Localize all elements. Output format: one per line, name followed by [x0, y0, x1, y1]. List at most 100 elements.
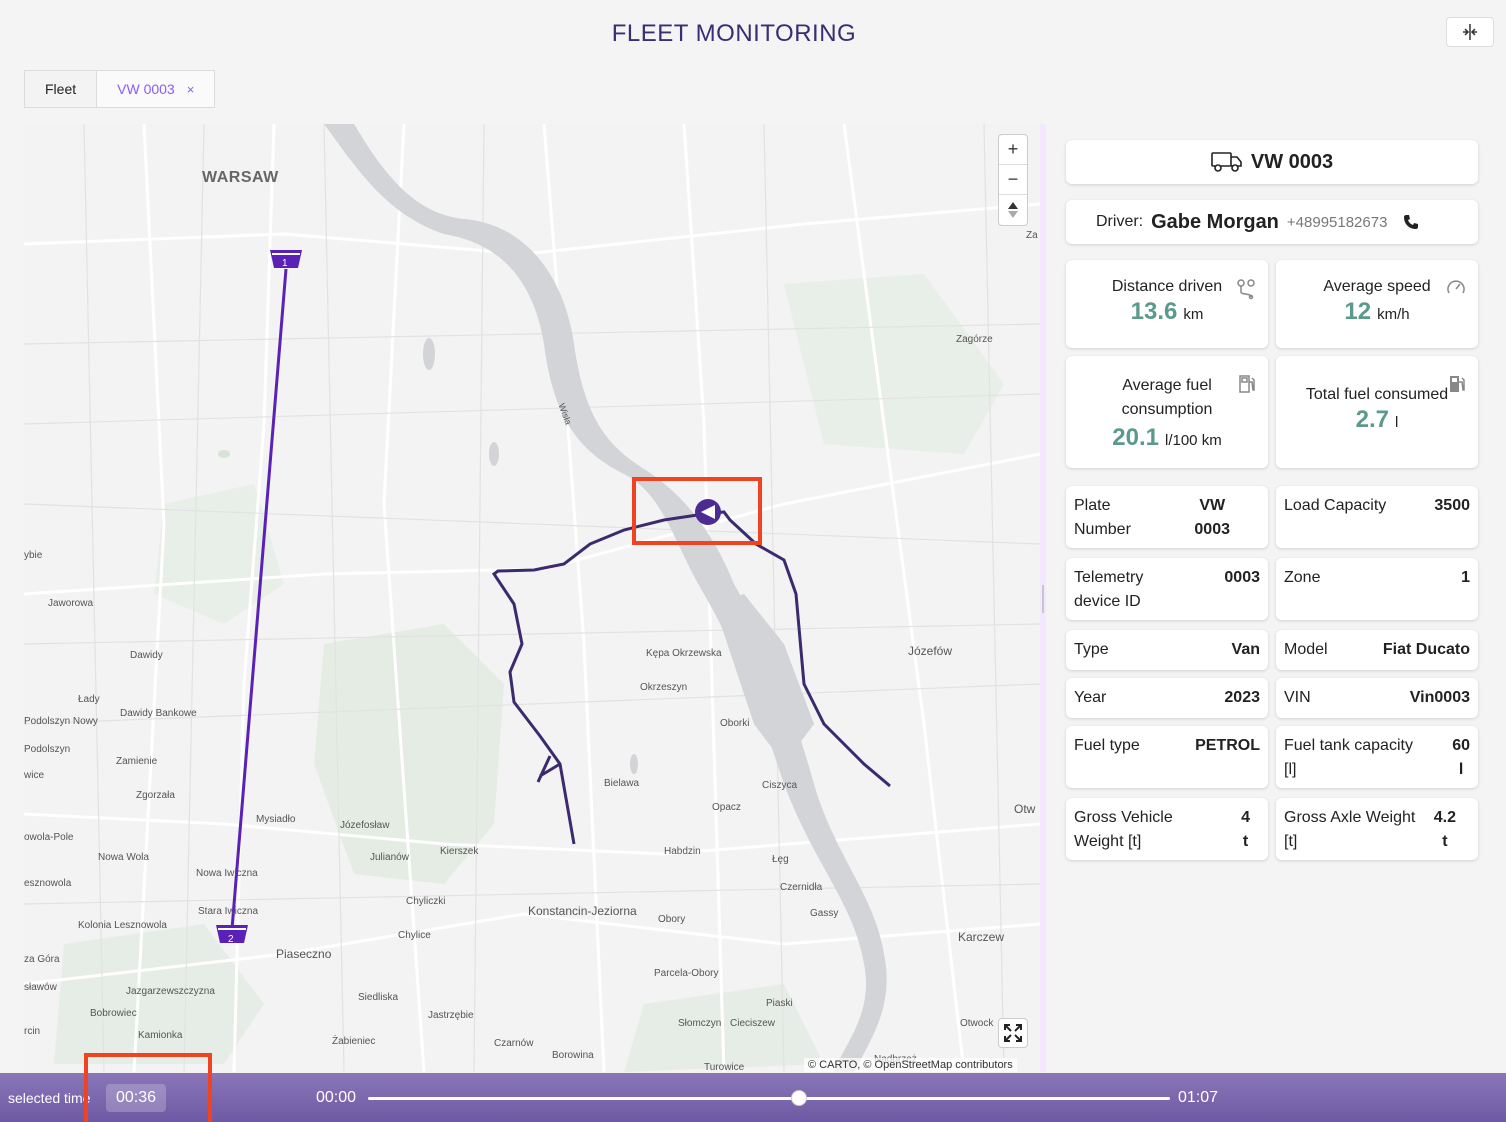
map-label: Otw — [1014, 802, 1036, 816]
layout-toggle-button[interactable] — [1446, 17, 1494, 47]
stat-unit: km/h — [1377, 306, 1410, 323]
map-label: WARSAW — [202, 169, 279, 186]
truck-icon — [1211, 152, 1242, 172]
timeline-bar: selected time 00:36 00:00 01:07 — [0, 1073, 1506, 1122]
map-label: Łęg — [772, 854, 789, 865]
stat-fuel-total: Total fuel consumed 2.7 l — [1276, 356, 1478, 468]
property-model: Model Fiat Ducato — [1276, 630, 1478, 670]
fullscreen-icon — [1004, 1024, 1022, 1042]
property-value: Fiat Ducato — [1382, 641, 1470, 658]
property-type: Type Van — [1066, 630, 1268, 670]
map-label: sławów — [24, 982, 57, 993]
map-label: rcin — [24, 1026, 41, 1037]
close-tab-icon[interactable]: × — [187, 82, 195, 97]
timeline-slider-thumb[interactable] — [790, 1090, 807, 1106]
timeline-label: selected time — [8, 1090, 91, 1106]
property-key: Gross Axle Weight — [1284, 809, 1416, 826]
splitter-handle[interactable] — [1042, 585, 1044, 613]
property-value: 1 — [1461, 569, 1470, 586]
tab-fleet[interactable]: Fleet — [24, 70, 98, 108]
compass-icon — [1008, 202, 1018, 218]
property-value: Van — [1231, 641, 1260, 658]
map-label: Parcela-Obory — [654, 968, 719, 979]
zoom-in-button[interactable]: + — [999, 135, 1027, 165]
property-key: Load Capacity — [1284, 497, 1387, 514]
property-plate-number: Plate Number VW 0003 — [1066, 486, 1268, 548]
map-label: Ciszyca — [762, 780, 798, 791]
map-label: Piaski — [766, 998, 793, 1009]
vehicle-name: VW 0003 — [1250, 150, 1334, 173]
property-fuel-tank-capacity: Fuel tank capacity [l] 60 l — [1276, 726, 1478, 788]
compass-button[interactable] — [999, 195, 1027, 225]
property-value: 4 — [1241, 809, 1250, 826]
map-label: Opacz — [712, 802, 741, 813]
map-label: Turowice — [704, 1062, 745, 1072]
map-base — [24, 124, 1040, 1072]
map-label: Dawidy — [130, 650, 163, 661]
property-key: Fuel type — [1074, 737, 1140, 754]
map-label: Łady — [78, 694, 100, 705]
property-value: 2023 — [1224, 689, 1260, 706]
map-label: Józefów — [908, 644, 953, 658]
map-label: Julianów — [370, 852, 409, 863]
property-key: Telemetry — [1074, 569, 1144, 586]
stat-distance: Distance driven 13.6 km — [1066, 260, 1268, 348]
property-key: Zone — [1284, 569, 1321, 586]
property-telemetry-device: Telemetry device ID 0003 — [1066, 558, 1268, 620]
timeline-end: 01:07 — [1178, 1089, 1219, 1106]
stat-value: 13.6 — [1130, 298, 1178, 325]
tab-vw-0003[interactable]: VW 0003 × — [97, 70, 216, 108]
map-label: Karczew — [958, 930, 1005, 944]
driver-name: Gabe Morgan — [1151, 210, 1279, 233]
map-label: Słomczyn — [678, 1018, 722, 1029]
map-label: Jastrzębie — [428, 1010, 474, 1021]
map-label: Podolszyn Nowy — [24, 716, 98, 727]
stat-unit: l — [1395, 414, 1399, 431]
map-label: Czernidła — [780, 882, 823, 893]
tab-label: Fleet — [45, 81, 77, 97]
property-value: Vin0003 — [1409, 689, 1470, 706]
property-value: l — [1458, 761, 1464, 778]
highlight-box-time — [84, 1053, 212, 1122]
map-label: Obory — [658, 914, 686, 925]
timeline-slider-track[interactable] — [368, 1097, 1170, 1100]
stat-value: 20.1 — [1112, 424, 1159, 451]
map-label: Chylice — [398, 930, 431, 941]
property-key: Number — [1074, 521, 1131, 538]
property-value: 3500 — [1434, 497, 1470, 514]
property-value: t — [1242, 833, 1249, 850]
property-key: Gross Vehicle — [1074, 809, 1173, 826]
stat-label: consumption — [1121, 401, 1213, 418]
driver-label: Driver: — [1096, 213, 1144, 230]
map-label: Bobrowiec — [90, 1008, 137, 1019]
driver-card: Driver: Gabe Morgan +48995182673 — [1066, 200, 1478, 244]
map-label: Oborki — [720, 718, 750, 729]
map-label: Konstancin-Jeziorna — [528, 904, 637, 918]
page-title: FLEET MONITORING — [611, 20, 857, 47]
map-label: Kolonia Lesznowola — [78, 920, 167, 931]
map-label: Zgorzała — [136, 790, 175, 801]
map-label: owola-Pole — [24, 832, 74, 843]
map-label: Otwock — [960, 1018, 994, 1029]
property-value: PETROL — [1195, 737, 1260, 754]
fullscreen-button[interactable] — [998, 1018, 1028, 1048]
map-attribution[interactable]: © CARTO, © OpenStreetMap contributors — [804, 1058, 1017, 1072]
stat-unit: l/100 km — [1165, 432, 1222, 449]
property-value: 0003 — [1224, 569, 1260, 586]
property-fuel-type: Fuel type PETROL — [1066, 726, 1268, 788]
map-label: Kamionka — [138, 1030, 183, 1041]
zoom-out-button[interactable]: − — [999, 165, 1027, 195]
map-label: Piaseczno — [276, 947, 332, 961]
driver-phone[interactable]: +48995182673 — [1287, 214, 1388, 231]
phone-icon[interactable] — [1403, 214, 1419, 230]
map-label: Borowina — [552, 1050, 594, 1061]
fuel-station-icon — [1239, 375, 1255, 393]
map-label: Jaworowa — [48, 598, 94, 609]
map-label: Cieciszew — [730, 1018, 776, 1029]
property-gross-axle-weight: Gross Axle Weight [t] 4.2 t — [1276, 798, 1478, 860]
map-view[interactable]: 1 2 WARSAW Zagórze Józefów Kępa Okrzewsk… — [24, 124, 1040, 1072]
property-key: Weight [t] — [1074, 833, 1142, 850]
map-label: Siedliska — [358, 992, 399, 1003]
map-label: Józefosław — [340, 820, 390, 831]
tab-label: VW 0003 — [117, 81, 175, 97]
